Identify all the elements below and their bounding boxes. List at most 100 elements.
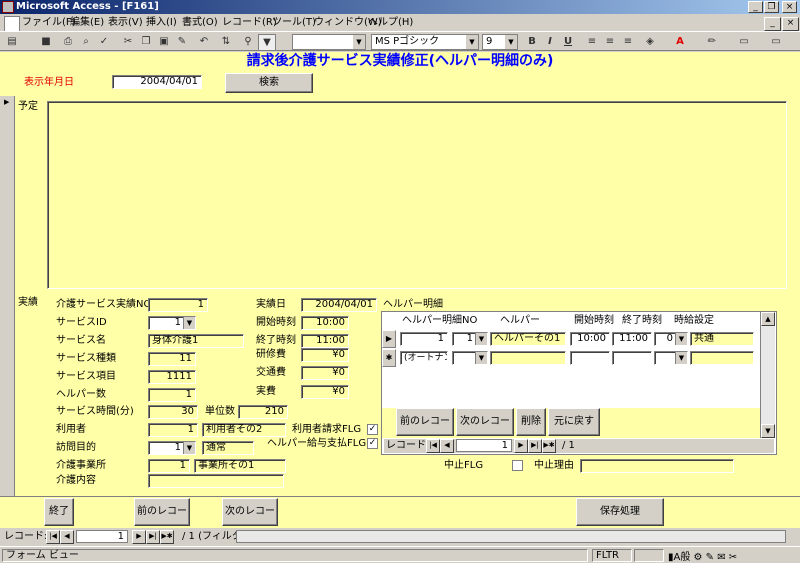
service-time-field[interactable]: 30 <box>148 405 198 419</box>
italic-button[interactable]: I <box>542 34 558 49</box>
helper-id-combo[interactable]: 1 ▼ <box>452 332 488 346</box>
fill-color-icon[interactable]: ◈ <box>642 34 658 49</box>
apply-filter-icon[interactable]: ▼ <box>258 34 276 51</box>
paste-icon[interactable]: ▣ <box>156 34 172 49</box>
date2-field[interactable]: 2004/04/01 <box>301 298 377 312</box>
line-color-icon[interactable]: ✏ <box>704 34 720 49</box>
dropdown-arrow-icon[interactable]: ▼ <box>475 352 487 364</box>
new-record-nav-icon[interactable]: ▶✱ <box>160 530 174 544</box>
bold-button[interactable]: B <box>524 34 540 49</box>
sub-undo-button[interactable]: 元に戻す <box>548 408 600 436</box>
record-nav-current[interactable]: 1 <box>76 530 128 543</box>
special-effect-icon[interactable]: ▭ <box>768 34 784 49</box>
sub-nav-current[interactable]: 1 <box>456 439 512 452</box>
dropdown-arrow-icon[interactable]: ▼ <box>475 333 487 345</box>
office-name-field[interactable]: 事業所その1 <box>194 459 286 473</box>
restore-button[interactable]: ❐ <box>764 1 779 13</box>
prev-record-button[interactable]: 前のレコード <box>134 498 190 543</box>
row-start-field[interactable]: 10:00 <box>570 332 610 346</box>
menu-help[interactable]: ヘルプ(H) <box>368 15 413 31</box>
start-time-field[interactable]: 10:00 <box>301 316 349 330</box>
close-button[interactable]: × <box>782 1 797 13</box>
stop-flg-checkbox[interactable] <box>512 460 523 471</box>
menu-view[interactable]: 表示(V) <box>108 15 143 31</box>
new-record-icon[interactable]: ✱ <box>382 349 396 367</box>
new-helper-name-field[interactable] <box>490 351 566 365</box>
dropdown-arrow-icon[interactable]: ▼ <box>675 352 687 364</box>
ime-tray-icon[interactable]: ▮A般 ⚙ ✎ ✉ ✂ <box>668 548 737 563</box>
next-record-icon[interactable]: ▶ <box>514 439 528 453</box>
line-width-icon[interactable]: ▭ <box>736 34 752 49</box>
menu-records[interactable]: レコード(R) <box>222 15 277 31</box>
unit-field[interactable]: 210 <box>238 405 288 419</box>
yotei-memo[interactable] <box>47 101 787 289</box>
align-center-icon[interactable]: ≡ <box>602 34 618 49</box>
search-button[interactable]: 検索 <box>225 73 313 93</box>
actual-field[interactable]: ¥0 <box>301 385 349 399</box>
new-record-nav-icon[interactable]: ▶✱ <box>542 439 556 453</box>
row-end-field[interactable]: 11:00 <box>612 332 652 346</box>
service-name-field[interactable]: 身体介護1 <box>148 334 244 348</box>
cut-icon[interactable]: ✂ <box>120 34 136 49</box>
user-name-field[interactable]: 利用者その2 <box>202 423 286 437</box>
helper-count-field[interactable]: 1 <box>148 388 196 402</box>
print-icon[interactable]: ⎙ <box>60 34 76 49</box>
save-icon[interactable]: ■ <box>38 34 54 49</box>
font-name-combo[interactable]: MS Pゴシック ▼ <box>371 34 479 50</box>
helper-no-field[interactable]: 1 <box>400 332 448 346</box>
sort-icon[interactable]: ⇅ <box>218 34 234 49</box>
scroll-up-icon[interactable]: ▲ <box>761 312 775 326</box>
service-no-field[interactable]: 1 <box>148 298 208 312</box>
training-field[interactable]: ¥0 <box>301 348 349 362</box>
menu-tools[interactable]: ツール(T) <box>272 15 316 31</box>
service-type-field[interactable]: 11 <box>148 352 196 366</box>
sub-delete-button[interactable]: 削除 <box>516 408 546 436</box>
autonumber-field[interactable]: (オートナンバー) <box>400 351 448 365</box>
new-start-field[interactable] <box>570 351 610 365</box>
helper-name-field[interactable]: ヘルパーその1 <box>490 332 566 346</box>
spelling-icon[interactable]: ✓ <box>96 34 112 49</box>
content-field[interactable] <box>148 474 284 488</box>
menu-file[interactable]: ファイル(F) <box>22 15 76 31</box>
font-color-icon[interactable]: A <box>672 34 688 49</box>
sub-prev-button[interactable]: 前のレコード <box>396 408 454 453</box>
office-id-field[interactable]: 1 <box>148 459 190 473</box>
undo-icon[interactable]: ↶ <box>196 34 212 49</box>
underline-button[interactable]: U <box>560 34 576 49</box>
form-icon[interactable] <box>4 16 20 32</box>
service-id-combo[interactable]: 1 ▼ <box>148 316 196 330</box>
horizontal-scrollbar[interactable] <box>236 530 786 543</box>
sub-next-button[interactable]: 次のレコード <box>456 408 514 453</box>
object-combo[interactable]: ▼ <box>292 34 366 50</box>
new-helper-combo[interactable]: ▼ <box>452 351 488 365</box>
prev-record-icon[interactable]: ◀ <box>440 439 454 453</box>
scroll-down-icon[interactable]: ▼ <box>761 424 775 438</box>
prev-record-icon[interactable]: ◀ <box>60 530 74 544</box>
date-input[interactable]: 2004/04/01 <box>112 75 202 89</box>
minimize-button[interactable]: _ <box>748 1 763 13</box>
wage-combo[interactable]: 0 ▼ <box>654 332 688 346</box>
service-item-field[interactable]: 1111 <box>148 370 196 384</box>
dropdown-arrow-icon[interactable]: ▼ <box>183 442 195 454</box>
new-wage-combo[interactable]: ▼ <box>654 351 688 365</box>
new-end-field[interactable] <box>612 351 652 365</box>
menu-format[interactable]: 書式(O) <box>182 15 218 31</box>
font-size-combo[interactable]: 9 ▼ <box>482 34 518 50</box>
menu-insert[interactable]: 挿入(I) <box>146 15 177 31</box>
wage-name-field[interactable]: 共通 <box>690 332 754 346</box>
visit-name-field[interactable]: 通常 <box>202 441 254 455</box>
helper-flg-checkbox[interactable]: ✓ <box>367 438 378 449</box>
dropdown-arrow-icon[interactable]: ▼ <box>183 317 195 329</box>
next-record-icon[interactable]: ▶ <box>132 530 146 544</box>
format-painter-icon[interactable]: ✎ <box>174 34 190 49</box>
end-time-field[interactable]: 11:00 <box>301 334 349 348</box>
exit-button[interactable]: 終了 <box>44 498 74 526</box>
align-left-icon[interactable]: ≡ <box>584 34 600 49</box>
align-right-icon[interactable]: ≡ <box>620 34 636 49</box>
user-id-field[interactable]: 1 <box>148 423 198 437</box>
save-process-button[interactable]: 保存処理 <box>576 498 664 526</box>
doc-close-button[interactable]: × <box>782 17 799 31</box>
row-selector-current-icon[interactable]: ▶ <box>382 330 396 348</box>
print-preview-icon[interactable]: ⌕ <box>78 34 94 49</box>
table-row[interactable]: ▶ 1 1 ▼ ヘルパーその1 10:00 11:00 0 ▼ 共通 <box>382 330 762 348</box>
